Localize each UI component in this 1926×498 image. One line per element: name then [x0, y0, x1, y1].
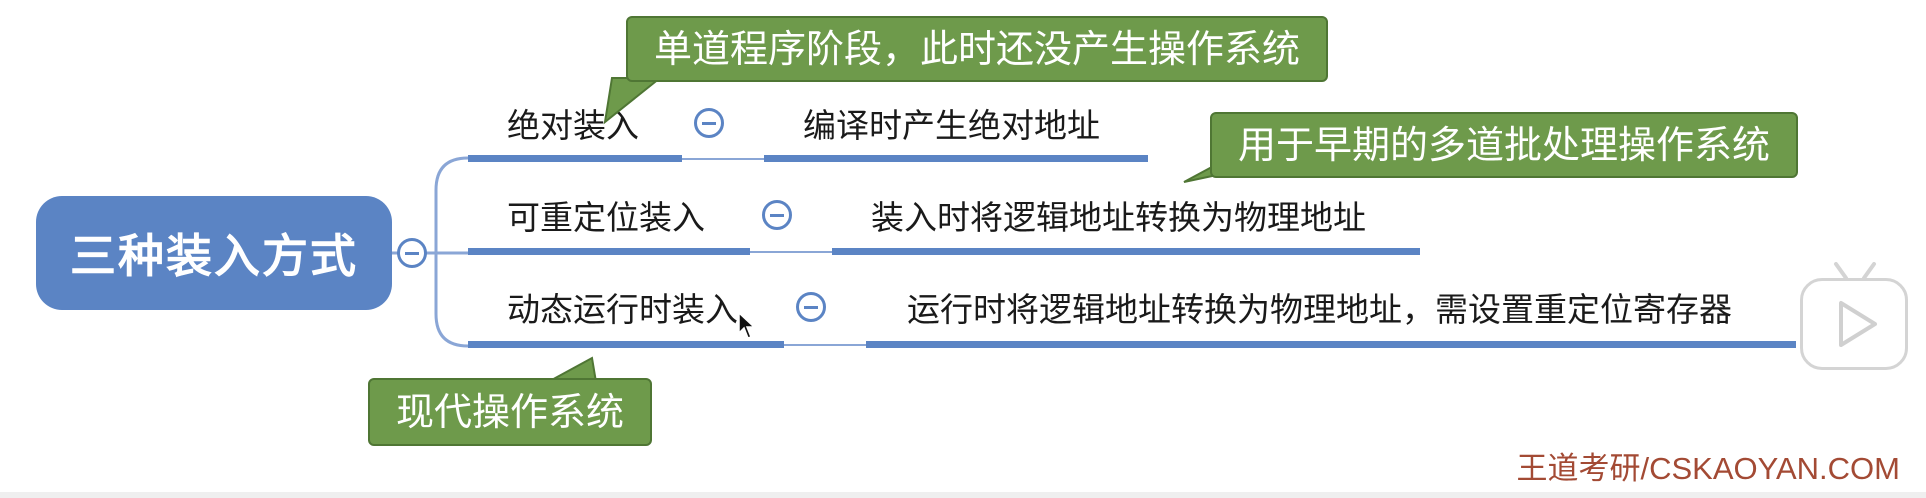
play-button[interactable]	[1800, 278, 1908, 370]
callout-dynamic-loading: 现代操作系统	[368, 378, 653, 446]
bottom-divider	[0, 492, 1926, 498]
callout-dynamic-text: 现代操作系统	[396, 390, 625, 434]
mouse-cursor-icon	[738, 312, 756, 339]
play-icon	[1839, 301, 1877, 347]
play-widget-ears-icon	[1834, 262, 1876, 280]
mindmap-canvas: 三种装入方式 绝对装入 编译时产生绝对地址 可重定位装入 装入时将逻辑地址转换为…	[0, 0, 1926, 498]
watermark: 王道考研/CSKAOYAN.COM	[1516, 451, 1900, 486]
callout-pointer-dynamic	[547, 356, 598, 383]
